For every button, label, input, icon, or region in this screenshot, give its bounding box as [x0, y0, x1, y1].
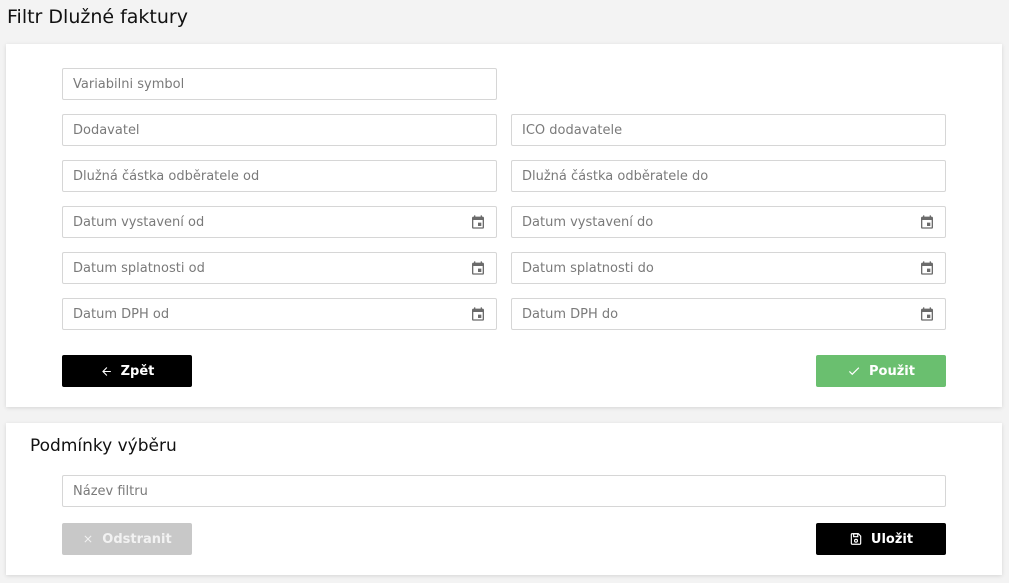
due-date-from-field[interactable] — [62, 252, 497, 284]
back-button[interactable]: Zpět — [62, 355, 192, 387]
calendar-icon[interactable] — [470, 306, 486, 322]
debt-amount-to-input[interactable] — [522, 168, 935, 184]
vat-date-from-input[interactable] — [73, 306, 470, 322]
calendar-icon[interactable] — [919, 306, 935, 322]
supplier-ico-field[interactable] — [511, 114, 946, 146]
apply-button-label: Použit — [869, 363, 915, 379]
debt-amount-from-input[interactable] — [73, 168, 486, 184]
vat-date-to-input[interactable] — [522, 306, 919, 322]
debt-amount-to-field[interactable] — [511, 160, 946, 192]
due-date-to-field[interactable] — [511, 252, 946, 284]
supplier-field[interactable] — [62, 114, 497, 146]
variable-symbol-field[interactable] — [62, 68, 497, 100]
issue-date-to-input[interactable] — [522, 214, 919, 230]
selection-conditions-card: Podmínky výběru Odstranit Uložit — [6, 423, 1002, 575]
arrow-left-icon — [101, 366, 111, 376]
section-title: Podmínky výběru — [30, 436, 177, 456]
due-date-from-input[interactable] — [73, 260, 470, 276]
filter-card: Zpět Použit — [6, 44, 1002, 407]
vat-date-to-field[interactable] — [511, 298, 946, 330]
remove-button-label: Odstranit — [102, 531, 172, 547]
calendar-icon[interactable] — [919, 260, 935, 276]
save-button[interactable]: Uložit — [816, 523, 946, 555]
supplier-ico-input[interactable] — [522, 122, 935, 138]
due-date-to-input[interactable] — [522, 260, 919, 276]
supplier-input[interactable] — [73, 122, 486, 138]
issue-date-to-field[interactable] — [511, 206, 946, 238]
save-button-label: Uložit — [870, 531, 914, 547]
calendar-icon[interactable] — [470, 214, 486, 230]
back-button-label: Zpět — [120, 363, 155, 379]
vat-date-from-field[interactable] — [62, 298, 497, 330]
remove-button[interactable]: Odstranit — [62, 523, 192, 555]
debt-amount-from-field[interactable] — [62, 160, 497, 192]
issue-date-from-field[interactable] — [62, 206, 497, 238]
filter-name-field[interactable] — [62, 475, 946, 507]
filter-name-input[interactable] — [73, 483, 935, 499]
floppy-disk-icon — [850, 533, 862, 545]
page-title: Filtr Dlužné faktury — [7, 6, 188, 28]
calendar-icon[interactable] — [470, 260, 486, 276]
close-icon — [84, 535, 92, 543]
apply-button[interactable]: Použit — [816, 355, 946, 387]
check-icon — [849, 367, 860, 376]
issue-date-from-input[interactable] — [73, 214, 470, 230]
variable-symbol-input[interactable] — [73, 76, 486, 92]
calendar-icon[interactable] — [919, 214, 935, 230]
